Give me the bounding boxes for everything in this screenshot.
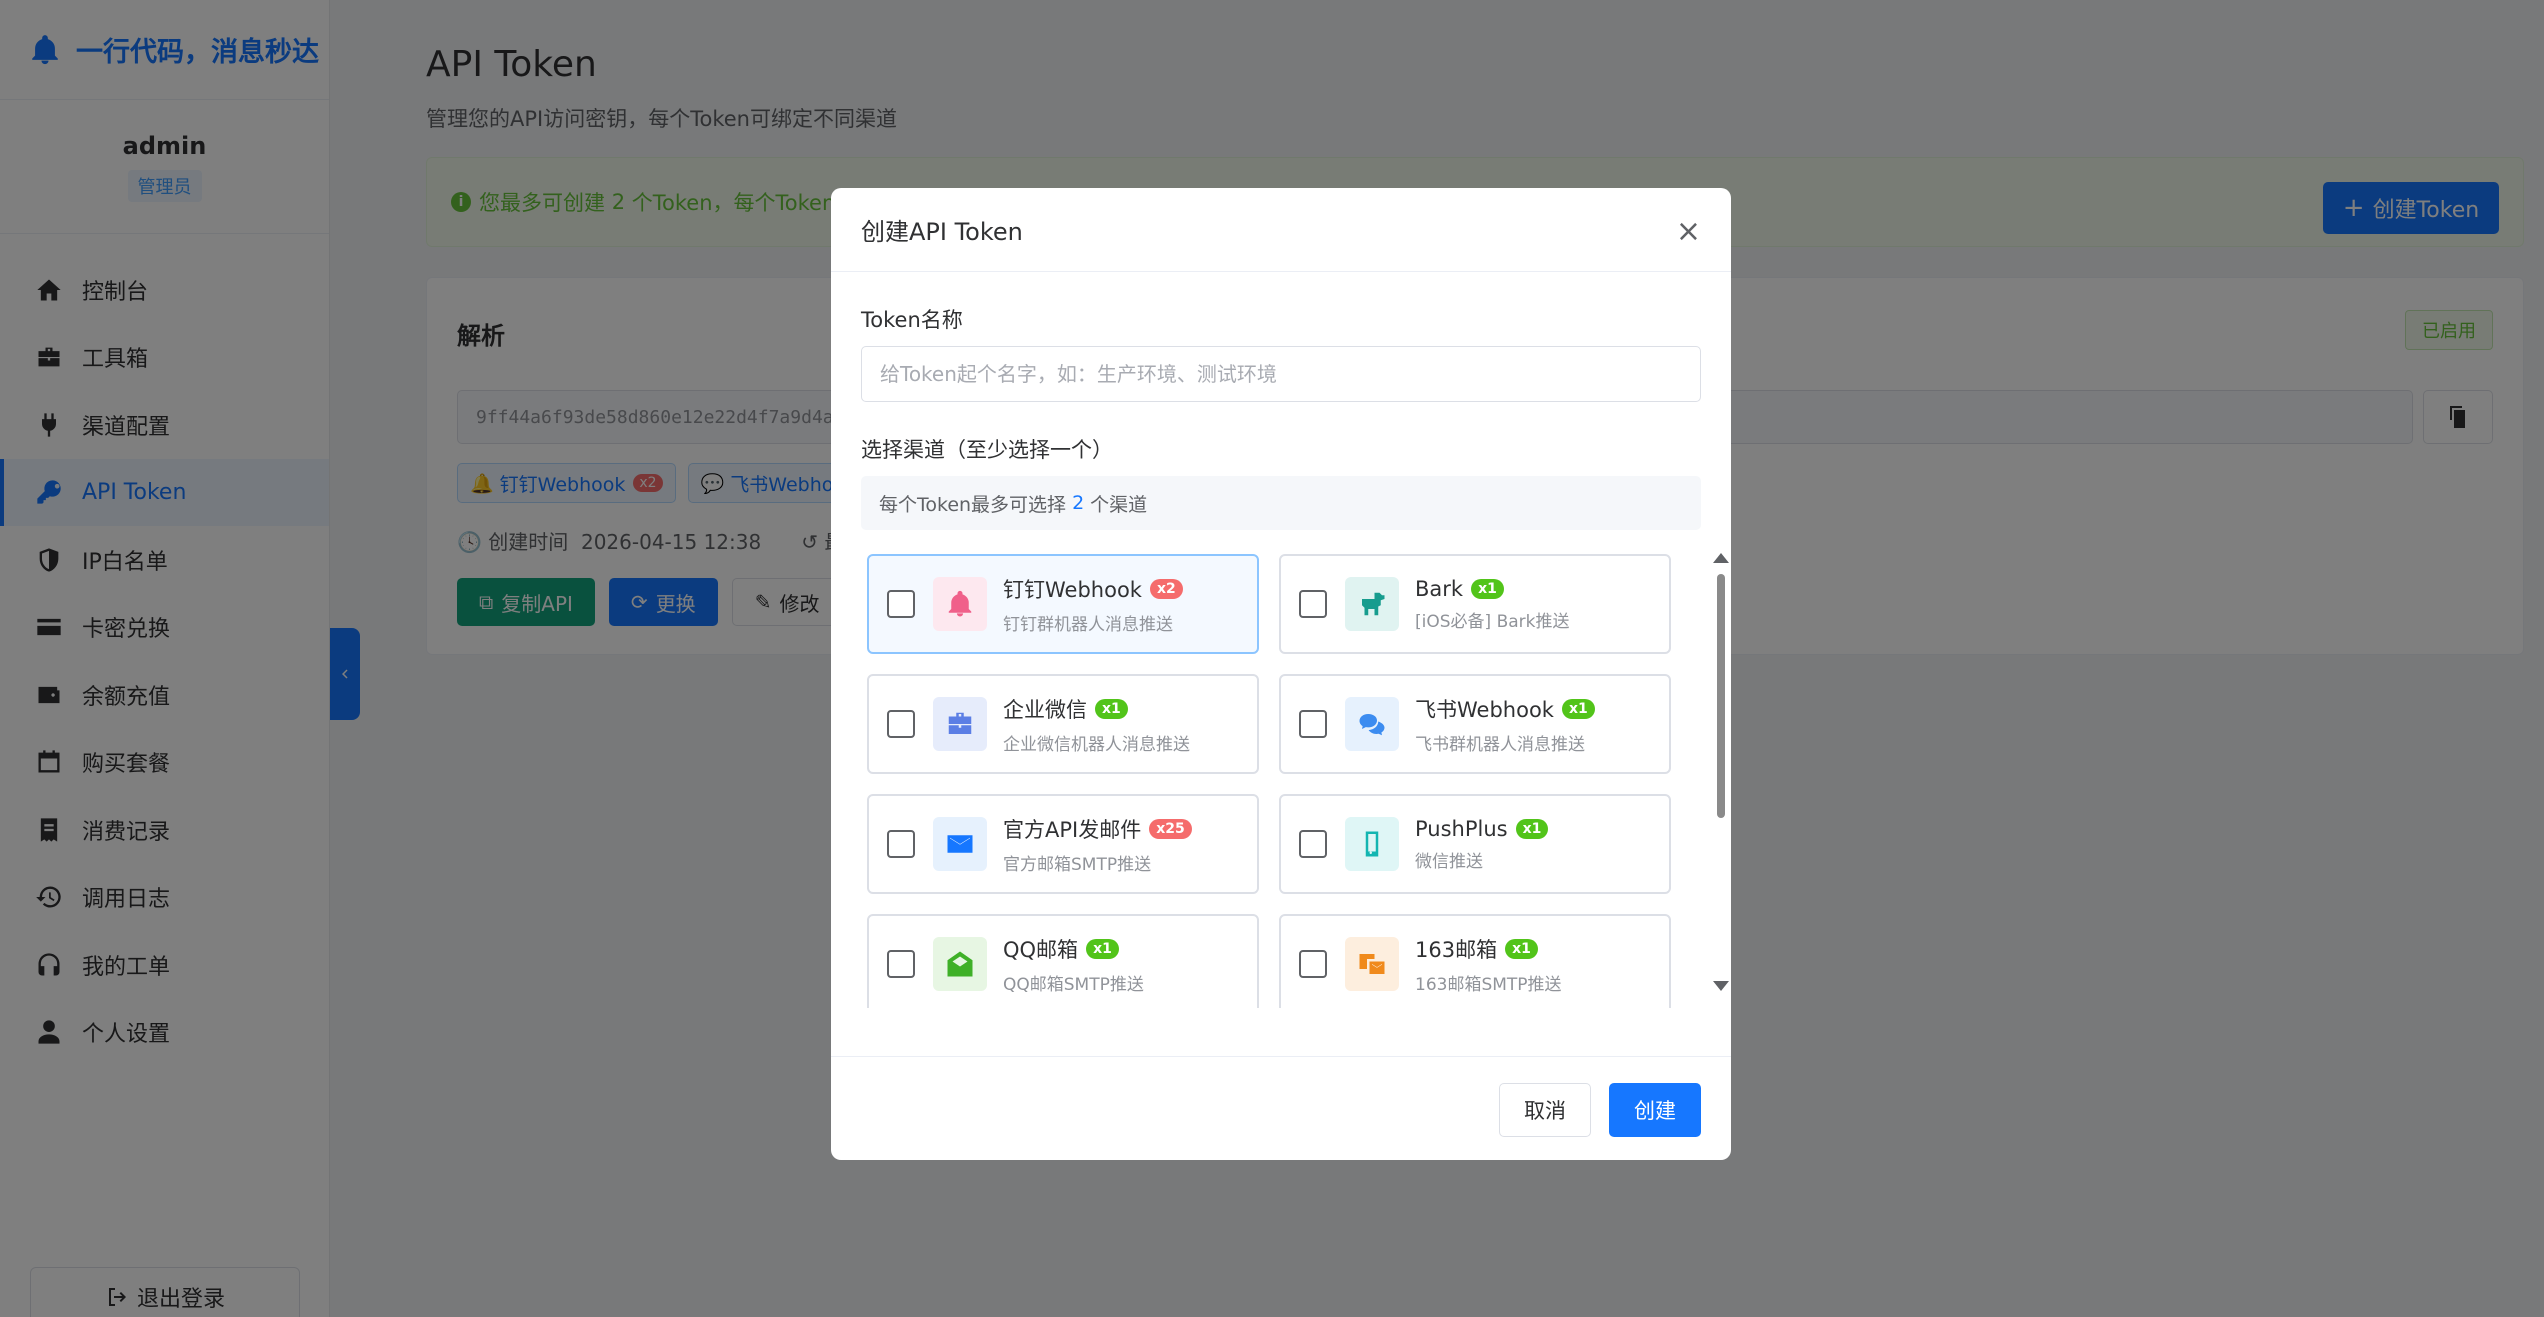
briefcase-icon (933, 697, 987, 751)
channel-text: QQ邮箱 x1 QQ邮箱SMTP推送 (1003, 934, 1144, 995)
mail-bulk-icon (1345, 937, 1399, 991)
channel-name: 163邮箱 (1415, 937, 1498, 962)
channel-option-pushplus[interactable]: PushPlus x1 微信推送 (1279, 794, 1671, 894)
channel-badge: x2 (1149, 578, 1183, 599)
channel-name-row: 企业微信 x1 (1003, 694, 1190, 724)
mobile-icon (1345, 817, 1399, 871)
channel-text: PushPlus x1 微信推送 (1415, 816, 1549, 872)
channel-name-row: 钉钉Webhook x2 (1003, 574, 1183, 604)
scroll-up-arrow[interactable] (1713, 553, 1729, 563)
channel-desc: [iOS必备] Bark推送 (1415, 611, 1570, 632)
channel-name-row: 官方API发邮件 x25 (1003, 814, 1192, 844)
limit-prefix: 每个Token最多可选择 (879, 493, 1067, 516)
channel-name: 官方API发邮件 (1003, 817, 1142, 842)
channel-desc: 企业微信机器人消息推送 (1003, 734, 1190, 755)
channel-name: QQ邮箱 (1003, 937, 1079, 962)
close-icon[interactable]: × (1676, 214, 1701, 249)
channel-badge: x1 (1561, 698, 1595, 719)
channel-checkbox[interactable] (1299, 710, 1327, 738)
channel-checkbox[interactable] (1299, 950, 1327, 978)
channel-option-qq-mail[interactable]: QQ邮箱 x1 QQ邮箱SMTP推送 (867, 914, 1259, 1008)
dog-icon (1345, 577, 1399, 631)
channel-badge: x25 (1149, 818, 1192, 839)
channel-name-row: Bark x1 (1415, 577, 1569, 601)
channel-name-row: 163邮箱 x1 (1415, 934, 1562, 964)
channel-list: 钉钉Webhook x2 钉钉群机器人消息推送 Bark x1 [iOS必备] Ba… (861, 548, 1701, 1008)
cancel-button[interactable]: 取消 (1499, 1083, 1591, 1137)
channel-desc: 微信推送 (1415, 851, 1483, 872)
scroll-down-arrow[interactable] (1713, 981, 1729, 991)
channel-checkbox[interactable] (887, 710, 915, 738)
envelope-icon (933, 817, 987, 871)
channel-option-bark[interactable]: Bark x1 [iOS必备] Bark推送 (1279, 554, 1671, 654)
channel-text: 官方API发邮件 x25 官方邮箱SMTP推送 (1003, 814, 1192, 875)
channel-name-row: QQ邮箱 x1 (1003, 934, 1144, 964)
channel-checkbox[interactable] (1299, 830, 1327, 858)
channel-desc: 钉钉群机器人消息推送 (1003, 614, 1173, 635)
channel-text: Bark x1 [iOS必备] Bark推送 (1415, 577, 1569, 632)
channel-name: 企业微信 (1003, 697, 1087, 722)
bell-icon (933, 577, 987, 631)
channel-name-row: 飞书Webhook x1 (1415, 694, 1595, 724)
modal-header: 创建API Token × (831, 188, 1731, 272)
channel-checkbox[interactable] (887, 830, 915, 858)
channel-name-row: PushPlus x1 (1415, 816, 1549, 841)
channel-grid: 钉钉Webhook x2 钉钉群机器人消息推送 Bark x1 [iOS必备] Ba… (861, 548, 1701, 1008)
channel-checkbox[interactable] (1299, 590, 1327, 618)
channel-checkbox[interactable] (887, 950, 915, 978)
scrollbar-thumb[interactable] (1717, 574, 1725, 818)
channel-option-feishu[interactable]: 飞书Webhook x1 飞书群机器人消息推送 (1279, 674, 1671, 774)
channel-desc: 163邮箱SMTP推送 (1415, 974, 1562, 995)
channel-option-dingtalk[interactable]: 钉钉Webhook x2 钉钉群机器人消息推送 (867, 554, 1259, 654)
channel-desc: 飞书群机器人消息推送 (1415, 734, 1585, 755)
modal-footer: 取消 创建 (831, 1056, 1731, 1160)
channel-desc: QQ邮箱SMTP推送 (1003, 974, 1144, 995)
channel-option-official-mail[interactable]: 官方API发邮件 x25 官方邮箱SMTP推送 (867, 794, 1259, 894)
create-button[interactable]: 创建 (1609, 1083, 1701, 1137)
channel-select-label: 选择渠道（至少选择一个） (861, 438, 1113, 462)
token-name-input[interactable] (861, 346, 1701, 402)
limit-suffix: 个渠道 (1090, 493, 1148, 516)
channel-text: 飞书Webhook x1 飞书群机器人消息推送 (1415, 694, 1595, 755)
token-name-label: Token名称 (861, 308, 963, 332)
channel-badge: x1 (1095, 698, 1128, 719)
channel-badge: x1 (1505, 938, 1538, 959)
channel-checkbox[interactable] (887, 590, 915, 618)
channel-option-wecom[interactable]: 企业微信 x1 企业微信机器人消息推送 (867, 674, 1259, 774)
channel-text: 钉钉Webhook x2 钉钉群机器人消息推送 (1003, 574, 1183, 635)
channel-desc: 官方邮箱SMTP推送 (1003, 854, 1152, 875)
channel-name: PushPlus (1415, 816, 1508, 841)
modal-title: 创建API Token (861, 218, 1023, 246)
channel-badge: x1 (1515, 818, 1549, 839)
limit-num: 2 (1072, 492, 1085, 514)
channel-text: 企业微信 x1 企业微信机器人消息推送 (1003, 694, 1190, 755)
channel-badge: x1 (1471, 578, 1504, 599)
channel-name: 钉钉Webhook (1003, 577, 1142, 602)
chat-icon (1345, 697, 1399, 751)
channel-text: 163邮箱 x1 163邮箱SMTP推送 (1415, 934, 1562, 995)
channel-limit-hint: 每个Token最多可选择 2 个渠道 (861, 476, 1701, 530)
channel-badge: x1 (1086, 938, 1119, 959)
channel-name: Bark (1415, 576, 1464, 601)
channel-name: 飞书Webhook (1415, 697, 1554, 722)
channel-option-163-mail[interactable]: 163邮箱 x1 163邮箱SMTP推送 (1279, 914, 1671, 1008)
create-token-modal: 创建API Token × Token名称 选择渠道（至少选择一个） 每个Tok… (831, 188, 1731, 1160)
open-envelope-icon (933, 937, 987, 991)
